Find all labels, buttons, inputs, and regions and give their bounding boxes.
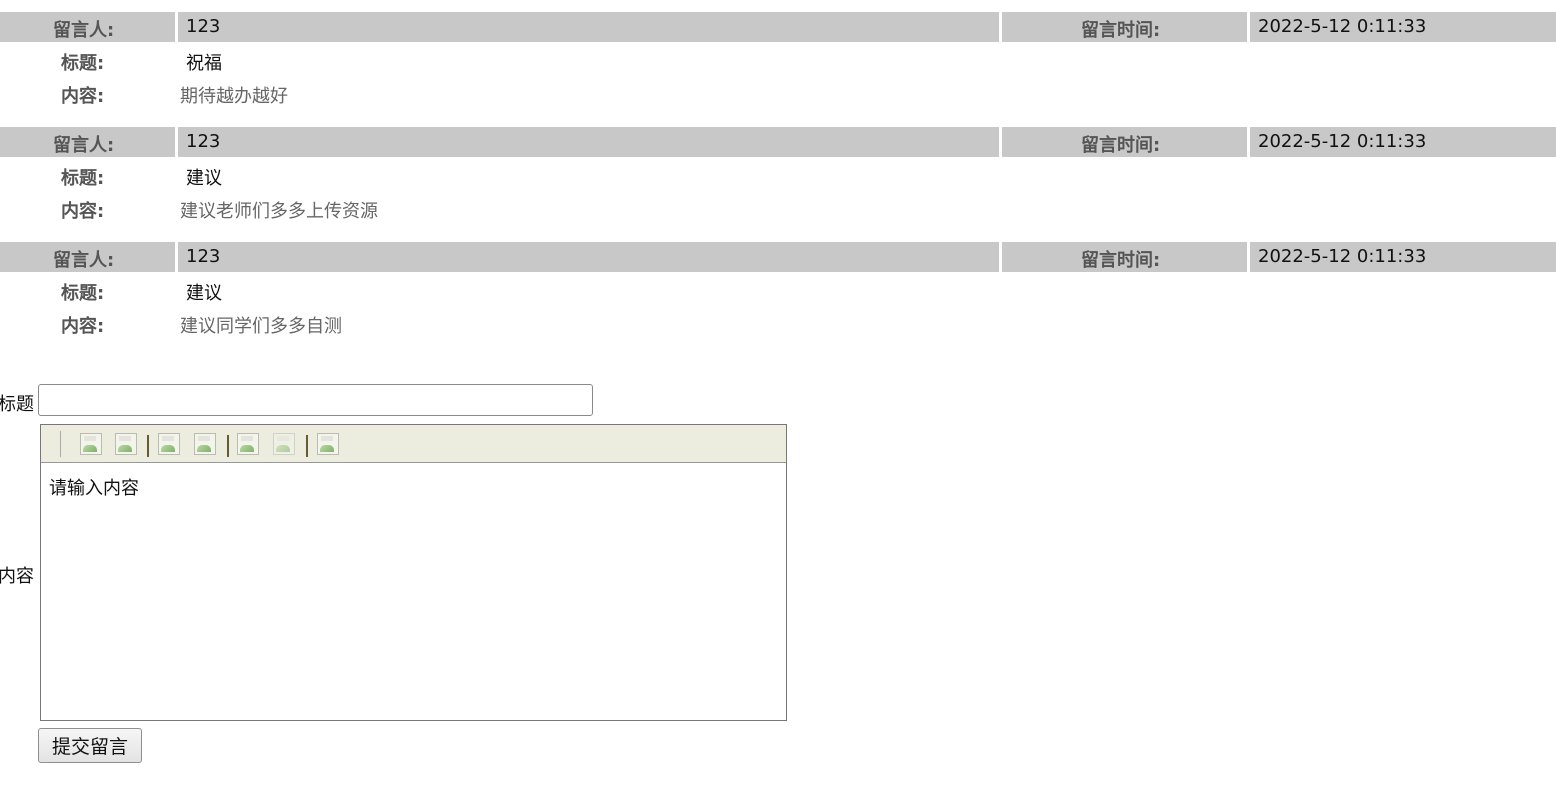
author-value-cell <box>178 127 999 157</box>
author-value: 123 <box>186 16 221 37</box>
title-field-label: 标题 <box>0 394 34 415</box>
editor-toolbar <box>41 425 786 463</box>
submit-message-button[interactable]: 提交留言 <box>38 728 142 763</box>
image-icon[interactable] <box>317 433 339 455</box>
content-label: 内容: <box>61 316 105 337</box>
image-icon[interactable] <box>80 433 102 455</box>
image-icon[interactable] <box>158 433 180 455</box>
content-value: 建议老师们多多上传资源 <box>180 201 378 222</box>
time-label: 留言时间: <box>1081 250 1161 271</box>
toolbar-grip <box>60 431 61 457</box>
author-label: 留言人: <box>53 135 115 156</box>
time-value: 2022-5-12 0:11:33 <box>1258 246 1427 267</box>
content-value: 期待越办越好 <box>180 86 288 107</box>
author-value: 123 <box>186 246 221 267</box>
image-icon[interactable] <box>115 433 137 455</box>
author-value: 123 <box>186 131 221 152</box>
content-label: 内容: <box>61 86 105 107</box>
title-input[interactable] <box>38 384 593 416</box>
time-value: 2022-5-12 0:11:33 <box>1258 16 1427 37</box>
title-value: 祝福 <box>186 53 222 74</box>
time-label: 留言时间: <box>1081 135 1161 156</box>
author-label: 留言人: <box>53 20 115 41</box>
content-label: 内容: <box>61 201 105 222</box>
author-label: 留言人: <box>53 250 115 271</box>
title-label: 标题: <box>61 168 105 189</box>
toolbar-divider <box>147 435 149 457</box>
title-value: 建议 <box>186 168 222 189</box>
title-label: 标题: <box>61 53 105 74</box>
toolbar-divider <box>227 435 229 457</box>
author-value-cell <box>178 12 999 42</box>
content-editor-area[interactable]: 请输入内容 <box>41 463 786 720</box>
author-value-cell <box>178 242 999 272</box>
toolbar-divider <box>306 435 308 457</box>
content-placeholder: 请输入内容 <box>49 478 139 499</box>
time-label: 留言时间: <box>1081 20 1161 41</box>
image-icon[interactable] <box>194 433 216 455</box>
title-label: 标题: <box>61 283 105 304</box>
image-icon[interactable] <box>273 433 295 455</box>
content-field-label: 内容 <box>0 566 34 587</box>
image-icon[interactable] <box>237 433 259 455</box>
time-value: 2022-5-12 0:11:33 <box>1258 131 1427 152</box>
title-value: 建议 <box>186 283 222 304</box>
rich-text-editor: 请输入内容 <box>40 424 787 721</box>
content-value: 建议同学们多多自测 <box>180 316 342 337</box>
